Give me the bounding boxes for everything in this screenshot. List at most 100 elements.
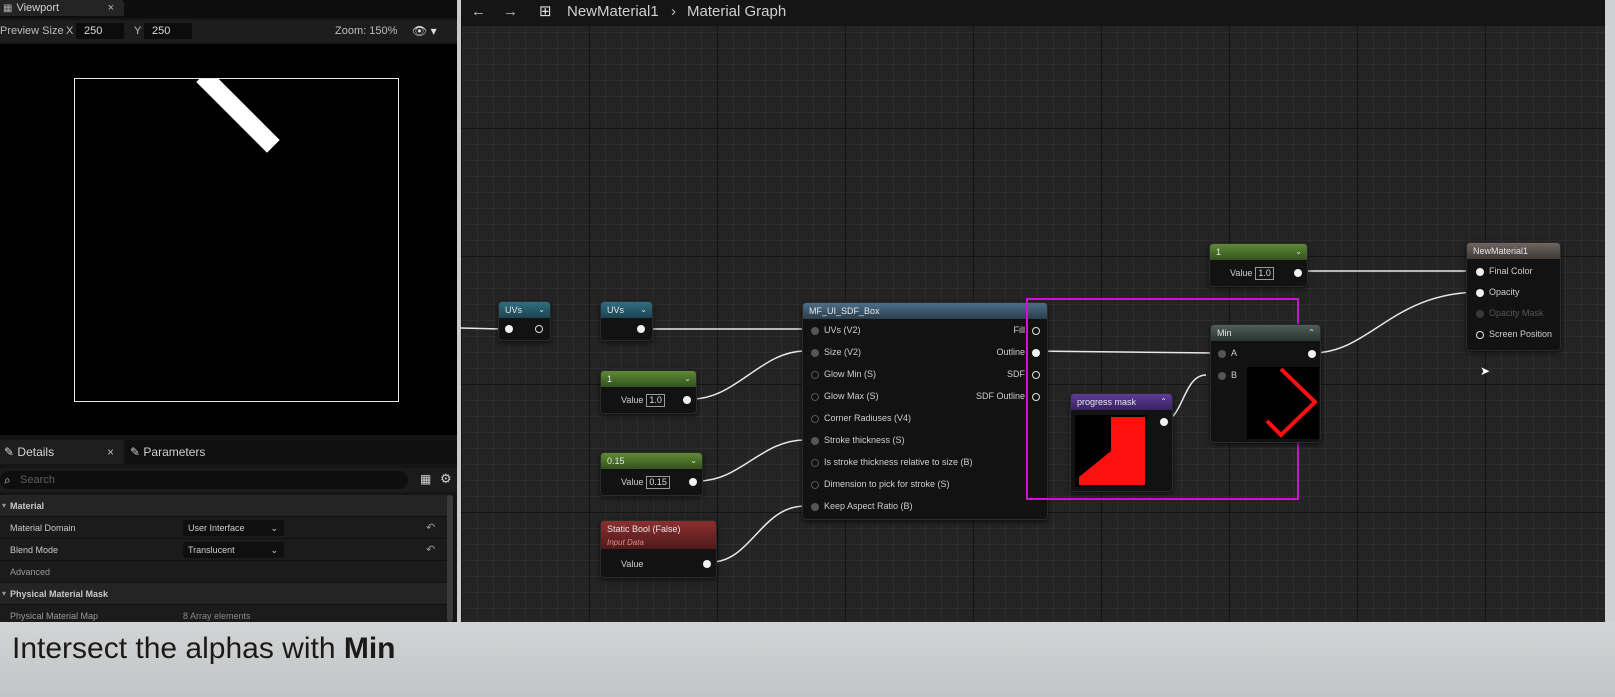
node-constant-color[interactable]: 1 ⌄ Value 1.0 bbox=[1209, 243, 1308, 287]
chevron-down-icon[interactable]: ⌄ bbox=[538, 302, 545, 318]
input-pin[interactable] bbox=[811, 437, 819, 445]
category-material[interactable]: Material bbox=[0, 495, 448, 517]
hierarchy-icon[interactable]: ⊞ bbox=[539, 0, 552, 24]
input-pin[interactable] bbox=[811, 327, 819, 335]
category-label: Advanced bbox=[10, 567, 51, 577]
close-icon[interactable]: × bbox=[107, 440, 114, 464]
node-result-newmaterial1[interactable]: NewMaterial1 Final Color Opacity Opacity… bbox=[1466, 242, 1561, 351]
node-title: NewMaterial1 bbox=[1473, 246, 1529, 256]
min-preview bbox=[1265, 367, 1318, 438]
input-pin[interactable] bbox=[811, 459, 819, 467]
node-header: 0.15 ⌄ bbox=[601, 453, 702, 469]
chevron-down-icon[interactable]: ⌄ bbox=[684, 371, 691, 387]
chevron-down-icon: ⌄ bbox=[270, 523, 278, 533]
close-icon[interactable]: × bbox=[108, 0, 114, 16]
details-search-input[interactable]: ⌕ Search bbox=[0, 471, 408, 489]
input-pin[interactable] bbox=[811, 415, 819, 423]
input-label: Opacity Mask bbox=[1489, 308, 1544, 318]
output-pin[interactable] bbox=[1294, 269, 1302, 277]
array-count: 8 Array elements bbox=[183, 611, 251, 621]
output-pin[interactable] bbox=[689, 478, 697, 486]
value-row: Value 1.0 bbox=[621, 394, 665, 407]
node-constant-size[interactable]: 1 ⌄ Value 1.0 bbox=[600, 370, 697, 414]
dropdown-value: User Interface bbox=[188, 523, 245, 533]
viewport-tab[interactable]: ▦ Viewport × bbox=[0, 0, 124, 16]
gear-icon[interactable]: ⚙ bbox=[440, 471, 452, 487]
value-field[interactable]: 0.15 bbox=[646, 476, 670, 489]
output-pin[interactable] bbox=[1308, 350, 1316, 358]
input-label: Is stroke thickness relative to size (B) bbox=[824, 457, 973, 467]
input-pin[interactable] bbox=[811, 371, 819, 379]
material-graph-canvas[interactable]: ← → ⊞ NewMaterial1 › Material Graph UVs ⌄… bbox=[461, 0, 1605, 622]
output-pin[interactable] bbox=[683, 396, 691, 404]
chevron-down-icon[interactable]: ⌄ bbox=[1295, 244, 1302, 260]
output-label: SDF bbox=[1007, 369, 1025, 379]
wire-size-to-sdf bbox=[691, 350, 806, 400]
output-label: SDF Outline bbox=[975, 391, 1025, 401]
input-pin-b[interactable] bbox=[1218, 372, 1226, 380]
node-static-bool[interactable]: Static Bool (False) Input Data Value bbox=[600, 520, 717, 578]
node-uvs-2[interactable]: UVs ⌄ bbox=[600, 301, 653, 341]
breadcrumb-material[interactable]: NewMaterial1 bbox=[567, 0, 659, 24]
value-field[interactable]: 1.0 bbox=[1255, 267, 1274, 280]
input-pin-final-color[interactable] bbox=[1476, 268, 1484, 276]
reset-icon[interactable]: ↶ bbox=[426, 539, 435, 561]
input-pin[interactable] bbox=[811, 503, 819, 511]
node-constant-stroke[interactable]: 0.15 ⌄ Value 0.15 bbox=[600, 452, 703, 496]
material-domain-dropdown[interactable]: User Interface ⌄ bbox=[183, 520, 284, 536]
node-title: UVs bbox=[607, 305, 625, 315]
input-pin-opacity[interactable] bbox=[1476, 289, 1484, 297]
input-pin[interactable] bbox=[811, 393, 819, 401]
details-property-list: Material Material Domain User Interface ⌄… bbox=[0, 495, 448, 622]
table-view-icon[interactable]: ▦ bbox=[420, 472, 431, 486]
preview-y-input[interactable]: 250 bbox=[144, 23, 192, 39]
preview-x-input[interactable]: 250 bbox=[76, 23, 124, 39]
node-header: Static Bool (False) Input Data bbox=[601, 521, 716, 549]
parameters-tab-label: Parameters bbox=[143, 445, 206, 459]
input-pin-screen-position[interactable] bbox=[1476, 331, 1484, 339]
output-pin[interactable] bbox=[637, 325, 645, 333]
preview-size-label: Preview Size bbox=[0, 25, 64, 37]
output-pin[interactable] bbox=[1160, 418, 1168, 426]
output-pin[interactable] bbox=[505, 325, 513, 333]
category-physical-material-mask[interactable]: Physical Material Mask bbox=[0, 583, 448, 605]
back-arrow-icon[interactable]: ← bbox=[471, 0, 486, 24]
chevron-up-icon[interactable]: ⌃ bbox=[1308, 325, 1315, 341]
node-title: progress mask bbox=[1077, 397, 1137, 407]
reset-icon[interactable]: ↶ bbox=[426, 517, 435, 539]
details-scrollbar[interactable] bbox=[447, 495, 453, 622]
details-tab[interactable]: ✎ Details × bbox=[0, 440, 124, 464]
input-pin-opacity-mask[interactable] bbox=[1476, 310, 1484, 318]
chevron-down-icon[interactable]: ⌄ bbox=[690, 453, 697, 469]
node-uvs-1[interactable]: UVs ⌄ bbox=[498, 301, 551, 341]
category-advanced[interactable]: Advanced bbox=[0, 561, 448, 583]
value-field[interactable]: 1.0 bbox=[646, 394, 665, 407]
value-label: Value bbox=[621, 559, 644, 569]
forward-arrow-icon[interactable]: → bbox=[503, 0, 518, 24]
node-min[interactable]: Min ⌃ A B bbox=[1210, 324, 1321, 443]
input-label: Dimension to pick for stroke (S) bbox=[824, 479, 950, 489]
output-pin-hollow[interactable] bbox=[535, 325, 543, 333]
input-label: B bbox=[1231, 370, 1238, 380]
value-label: Value bbox=[621, 395, 644, 405]
material-preview-viewport[interactable] bbox=[0, 44, 457, 435]
chevron-down-icon[interactable]: ⌄ bbox=[640, 302, 647, 318]
category-label: Physical Material Mask bbox=[10, 589, 109, 599]
node-mf-ui-sdf-box[interactable]: MF_UI_SDF_Box UVs (V2) Size (V2) Glow Mi… bbox=[802, 302, 1048, 520]
caption-bar: Intersect the alphas with Min bbox=[0, 622, 1615, 697]
node-progress-mask[interactable]: progress mask ⌃ bbox=[1070, 393, 1173, 492]
input-pin-a[interactable] bbox=[1218, 350, 1226, 358]
input-pin[interactable] bbox=[811, 481, 819, 489]
node-header: MF_UI_SDF_Box bbox=[803, 303, 1047, 319]
y-label: Y bbox=[134, 25, 142, 37]
blend-mode-dropdown[interactable]: Translucent ⌄ bbox=[183, 542, 284, 558]
parameters-tab[interactable]: ✎ Parameters bbox=[130, 440, 205, 464]
property-blend-mode: Blend Mode Translucent ⌄ ↶ bbox=[0, 539, 448, 561]
chevron-up-icon[interactable]: ⌃ bbox=[1160, 394, 1167, 410]
eye-dropdown-icon[interactable]: 👁 ▾ bbox=[412, 20, 437, 42]
property-label: Physical Material Map bbox=[10, 611, 99, 621]
breadcrumb-graph[interactable]: Material Graph bbox=[687, 0, 786, 24]
input-pin[interactable] bbox=[811, 349, 819, 357]
category-label: Material bbox=[10, 501, 45, 511]
output-pin[interactable] bbox=[703, 560, 711, 568]
